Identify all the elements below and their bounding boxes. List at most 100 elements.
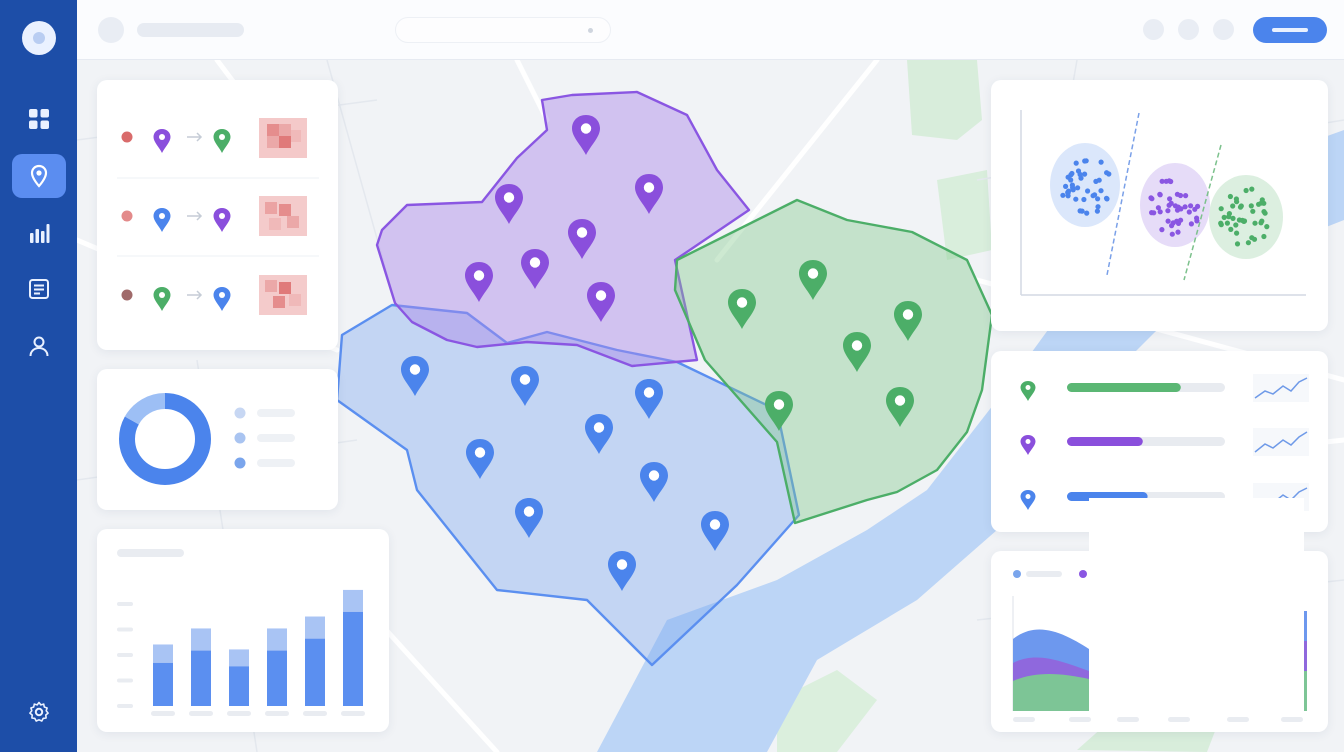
destination-pin-icon: [213, 129, 231, 153]
scatter-point: [1169, 231, 1175, 237]
scatter-point: [1085, 188, 1091, 194]
scatter-point: [1252, 220, 1258, 226]
search-input[interactable]: [395, 17, 611, 43]
scatter-point: [1239, 217, 1245, 223]
scatter-point: [1096, 177, 1102, 183]
legend-dot: [234, 432, 246, 444]
scatter-point: [1104, 170, 1110, 176]
settings-gear-icon: [29, 701, 49, 722]
scatter-point: [1238, 203, 1244, 209]
user-icon: [29, 336, 49, 357]
cluster-pin-icon: [1020, 435, 1036, 455]
scatter-point: [1170, 220, 1176, 226]
scatter-point: [1060, 192, 1066, 198]
x-tick-label: [341, 711, 365, 716]
sidebar-item-map[interactable]: [12, 154, 66, 198]
scatter-point: [1245, 240, 1251, 246]
routes-card: [97, 80, 338, 350]
scatter-point: [1166, 202, 1172, 208]
y-tick-label: [117, 678, 133, 683]
park-area: [907, 60, 982, 140]
sparkline: [1253, 374, 1309, 402]
route-row[interactable]: [121, 275, 308, 315]
y-tick-label: [117, 653, 133, 657]
destination-pin-icon: [213, 208, 231, 232]
scatter-point: [1063, 183, 1069, 189]
bar-cap: [153, 644, 173, 663]
search-icon: [588, 28, 593, 33]
progress-bars: [1067, 383, 1225, 501]
legend-dot: [1079, 570, 1087, 578]
scatter-point: [1151, 210, 1157, 216]
scatter-point: [1261, 233, 1267, 240]
scatter-point: [1174, 191, 1180, 197]
scatter-point: [1261, 209, 1267, 215]
scatter-point: [1104, 196, 1110, 202]
scatter-point: [1073, 196, 1079, 202]
scatter-point: [1070, 185, 1076, 191]
scatter-point: [1175, 229, 1181, 235]
cluster-pin-icon: [1020, 381, 1036, 401]
report-list-icon: [29, 279, 49, 299]
donut-card: [97, 369, 338, 510]
scatter-point: [1234, 241, 1241, 247]
sidebar-item-analytics[interactable]: [12, 211, 66, 255]
scatter-point: [1194, 215, 1200, 221]
notification-icon[interactable]: [1143, 19, 1164, 40]
scatter-point: [1167, 196, 1173, 202]
sidebar-item-dashboard[interactable]: [12, 97, 66, 141]
scatter-point: [1230, 203, 1236, 209]
menu-toggle-icon[interactable]: [98, 17, 124, 43]
sidebar-item-profile[interactable]: [12, 324, 66, 368]
area-series-green: [1013, 674, 1089, 711]
help-icon[interactable]: [1213, 19, 1234, 40]
status-dot: [121, 210, 133, 222]
sidebar-item-reports[interactable]: [12, 267, 66, 311]
scatter-point: [1159, 227, 1165, 233]
route-row[interactable]: [121, 118, 308, 158]
origin-pin-icon: [153, 208, 171, 232]
bar-chart-card: [97, 529, 389, 732]
map-pin-icon: [30, 164, 48, 188]
origin-pin-icon: [153, 129, 171, 153]
scatter-point: [1234, 199, 1240, 205]
bar-cap: [267, 628, 287, 651]
scatter-point: [1095, 204, 1101, 210]
cluster-pin-icon: [1020, 490, 1036, 510]
scatter-point: [1250, 208, 1256, 214]
legend-label: [1026, 571, 1062, 577]
heatmap-thumb: [259, 196, 307, 236]
heatmap-thumb: [259, 275, 307, 315]
dashboard-grid-icon: [29, 109, 49, 129]
scatter-point: [1259, 218, 1265, 224]
scatter-point: [1221, 214, 1227, 220]
scatter-point: [1183, 193, 1189, 199]
blank-overlay-panel: [1089, 498, 1304, 713]
scatter-point: [1228, 226, 1234, 232]
scatter-point: [1168, 178, 1174, 185]
status-dot: [121, 289, 133, 301]
top-bar: [77, 0, 1344, 60]
scatter-point: [1165, 208, 1171, 214]
bar-chart-icon: [30, 224, 50, 243]
sidebar-item-settings[interactable]: [12, 690, 66, 734]
scatter-point: [1186, 209, 1192, 215]
scatter-point: [1159, 178, 1165, 184]
area-series-edge: [1304, 671, 1307, 711]
app-logo[interactable]: [22, 21, 56, 55]
scatter-point: [1148, 195, 1154, 201]
scatter-point: [1082, 158, 1088, 164]
status-dot: [121, 131, 133, 143]
routes-list: [117, 118, 319, 315]
scatter-point: [1188, 221, 1194, 227]
message-icon[interactable]: [1178, 19, 1199, 40]
progress-fill: [1067, 383, 1181, 392]
scatter-point: [1218, 220, 1224, 226]
scatter-point: [1218, 206, 1224, 212]
scatter-point: [1068, 177, 1074, 183]
scatter-point: [1192, 206, 1198, 212]
route-row[interactable]: [121, 196, 308, 236]
bar-cap: [343, 589, 363, 612]
primary-action-button[interactable]: [1253, 17, 1327, 43]
cluster-hull-green: [1209, 175, 1283, 259]
